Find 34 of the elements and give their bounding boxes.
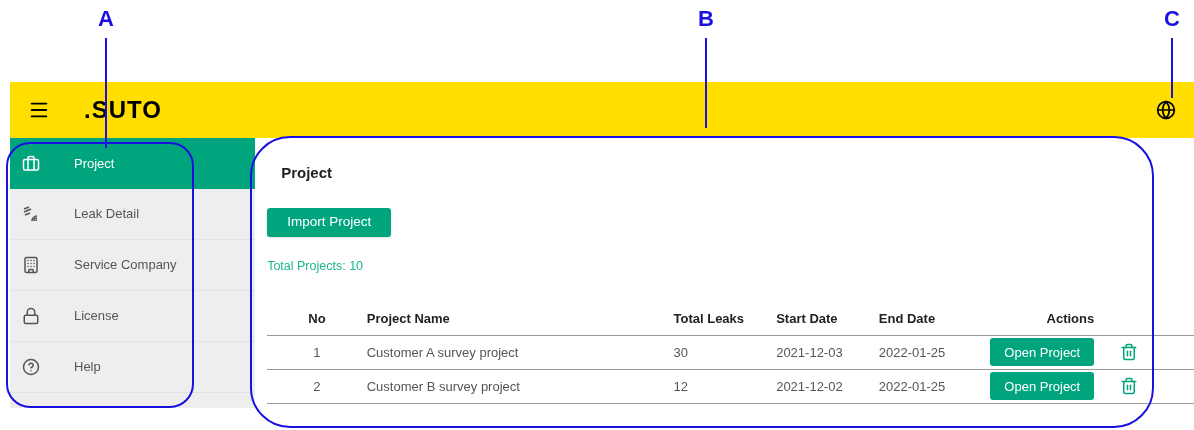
table-cell: 1 [267,335,367,370]
signal-waves-icon [22,206,40,222]
table-cell: Customer B survey project [366,369,674,404]
column-header: Project Name [366,303,674,336]
sidebar-item[interactable]: License [10,291,256,342]
table-cell: Customer A survey project [366,335,674,370]
table-cell: 2022-01-25 [878,335,975,370]
column-header: No [267,303,367,336]
callout-label: C [1164,6,1180,32]
help-icon [22,358,40,376]
table-cell: 2 [267,369,367,404]
callout-label: A [98,6,114,32]
briefcase-icon [22,154,40,173]
globe-icon[interactable] [1156,100,1176,120]
trash-icon[interactable] [1120,343,1139,362]
sidebar-item[interactable]: Leak Detail [10,189,256,240]
table-cell: 30 [673,335,777,370]
table-cell: 2021-12-02 [776,369,879,404]
table-cell: 12 [673,369,777,404]
table-cell: 2022-01-25 [878,369,975,404]
sidebar-item[interactable]: Help [10,342,256,393]
trash-icon[interactable] [1120,377,1139,396]
column-header: End Date [878,303,975,336]
column-header: Total Leaks [673,303,777,336]
column-header: Start Date [776,303,879,336]
total-projects-count: Total Projects: 10 [267,257,365,275]
table-cell: 2021-12-03 [776,335,879,370]
building-icon [22,256,40,274]
callout-label: B [698,6,714,32]
leader-line [1170,38,1174,98]
column-header: Actions [974,303,1095,336]
lock-icon [22,307,40,325]
sidebar-item[interactable]: Service Company [10,240,256,291]
page-title: Project [281,163,333,183]
